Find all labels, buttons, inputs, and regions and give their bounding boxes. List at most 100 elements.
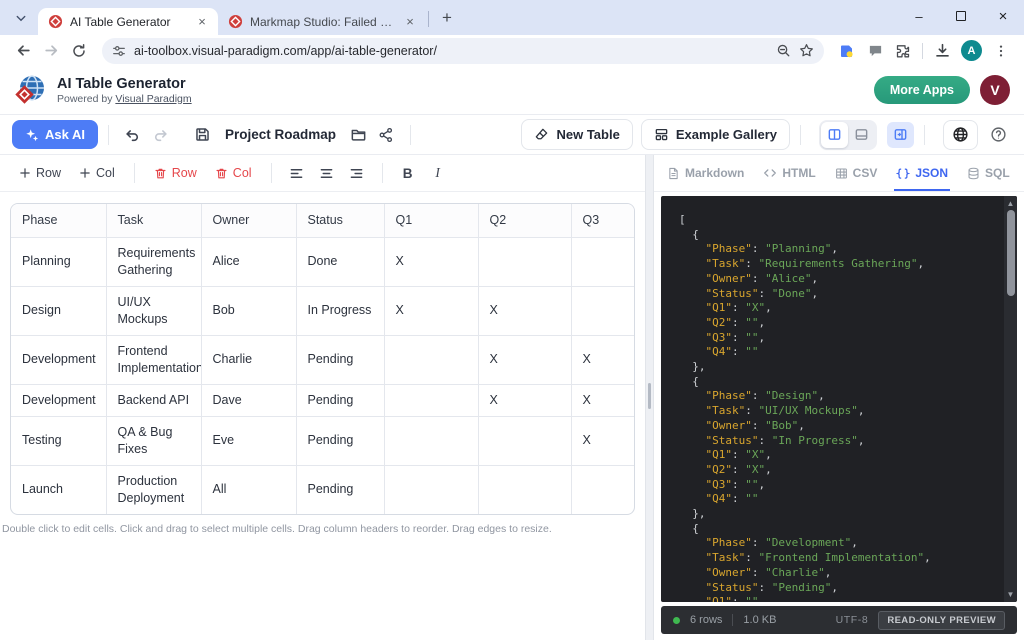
browser-tab[interactable]: Markmap Studio: Failed to ope× — [218, 8, 426, 35]
table-cell[interactable]: QA & Bug Fixes — [106, 416, 201, 465]
splitter-drag-handle[interactable] — [648, 383, 651, 409]
zoom-icon[interactable] — [776, 43, 791, 58]
bookmark-star-icon[interactable] — [799, 43, 814, 58]
table-cell[interactable]: Testing — [11, 416, 106, 465]
editor-scrollbar[interactable]: ▲ ▼ — [1004, 196, 1017, 602]
column-header[interactable]: Status — [296, 204, 384, 237]
export-tab-markdown[interactable]: Markdown — [667, 155, 744, 191]
site-settings-icon[interactable] — [112, 44, 126, 58]
table-cell[interactable]: Done — [296, 237, 384, 286]
scrollbar-thumb[interactable] — [1007, 210, 1015, 296]
table-cell[interactable]: Planning — [11, 237, 106, 286]
table-cell[interactable]: Eve — [201, 416, 296, 465]
table-cell[interactable] — [571, 286, 635, 335]
table-cell[interactable]: X — [478, 384, 571, 416]
document-title[interactable]: Project Roadmap — [225, 127, 336, 142]
back-icon[interactable] — [10, 38, 36, 64]
extensions-puzzle-icon[interactable] — [890, 38, 916, 64]
table-cell[interactable]: Backend API — [106, 384, 201, 416]
column-header[interactable]: Q2 — [478, 204, 571, 237]
table-cell[interactable]: Development — [11, 384, 106, 416]
tab-close-icon[interactable]: × — [194, 14, 210, 30]
table-cell[interactable]: Pending — [296, 384, 384, 416]
extension-docs-icon[interactable] — [834, 38, 860, 64]
visual-paradigm-link[interactable]: Visual Paradigm — [115, 93, 191, 105]
table-cell[interactable] — [571, 465, 635, 514]
align-center-icon[interactable] — [315, 160, 339, 186]
table-cell[interactable]: Pending — [296, 335, 384, 384]
panel-splitter[interactable] — [645, 155, 654, 640]
table-cell[interactable]: Launch — [11, 465, 106, 514]
address-bar[interactable]: ai-toolbox.visual-paradigm.com/app/ai-ta… — [102, 38, 824, 64]
export-tab-csv[interactable]: CSV — [835, 155, 878, 191]
table-cell[interactable] — [384, 416, 478, 465]
export-tab-sql[interactable]: SQL — [967, 155, 1010, 191]
column-header[interactable]: Task — [106, 204, 201, 237]
table-cell[interactable]: Design — [11, 286, 106, 335]
extension-chat-icon[interactable] — [862, 38, 888, 64]
reload-icon[interactable] — [66, 38, 92, 64]
table-cell[interactable] — [478, 465, 571, 514]
tab-close-icon[interactable]: × — [402, 14, 418, 30]
new-tab-button[interactable]: + — [435, 6, 459, 30]
align-right-icon[interactable] — [345, 160, 369, 186]
browser-tab[interactable]: AI Table Generator× — [38, 8, 218, 35]
add-col-button[interactable]: Col — [70, 160, 124, 186]
table-cell[interactable]: X — [478, 335, 571, 384]
table-cell[interactable]: In Progress — [296, 286, 384, 335]
toggle-right-panel-icon[interactable] — [887, 122, 914, 148]
table-cell[interactable] — [478, 237, 571, 286]
share-icon[interactable] — [372, 121, 400, 149]
more-apps-button[interactable]: More Apps — [874, 76, 970, 104]
table-cell[interactable] — [384, 384, 478, 416]
table-cell[interactable]: Dave — [201, 384, 296, 416]
open-folder-icon[interactable] — [344, 121, 372, 149]
close-window-button[interactable]: × — [982, 0, 1024, 32]
column-header[interactable]: Q3 — [571, 204, 635, 237]
bold-button[interactable]: B — [396, 160, 420, 186]
table-cell[interactable] — [384, 465, 478, 514]
new-table-button[interactable]: New Table — [521, 119, 632, 150]
column-header[interactable]: Owner — [201, 204, 296, 237]
downloads-icon[interactable] — [929, 38, 955, 64]
table-cell[interactable] — [384, 335, 478, 384]
table-cell[interactable]: X — [571, 335, 635, 384]
table-cell[interactable]: Production Deployment — [106, 465, 201, 514]
table-cell[interactable]: UI/UX Mockups — [106, 286, 201, 335]
table-cell[interactable] — [478, 416, 571, 465]
scroll-down-icon[interactable]: ▼ — [1004, 588, 1017, 601]
maximize-button[interactable] — [940, 0, 982, 32]
table-cell[interactable]: Frontend Implementation — [106, 335, 201, 384]
table-cell[interactable]: Pending — [296, 416, 384, 465]
export-tab-html[interactable]: HTML — [763, 155, 815, 191]
save-icon[interactable] — [189, 121, 217, 149]
table-cell[interactable]: X — [478, 286, 571, 335]
align-left-icon[interactable] — [285, 160, 309, 186]
table-cell[interactable]: Bob — [201, 286, 296, 335]
italic-button[interactable]: I — [426, 160, 450, 186]
chrome-profile-avatar[interactable]: A — [961, 40, 982, 61]
table-cell[interactable]: Charlie — [201, 335, 296, 384]
minimize-button[interactable]: – — [898, 0, 940, 32]
split-vertical-layout-icon[interactable] — [821, 122, 848, 148]
table-cell[interactable] — [571, 237, 635, 286]
column-header[interactable]: Phase — [11, 204, 106, 237]
table-cell[interactable]: Development — [11, 335, 106, 384]
forward-icon[interactable] — [38, 38, 64, 64]
column-header[interactable]: Q1 — [384, 204, 478, 237]
table-cell[interactable]: X — [571, 384, 635, 416]
example-gallery-button[interactable]: Example Gallery — [641, 119, 790, 150]
table-cell[interactable]: Requirements Gathering — [106, 237, 201, 286]
table-cell[interactable]: X — [571, 416, 635, 465]
table-cell[interactable]: Pending — [296, 465, 384, 514]
table-cell[interactable]: All — [201, 465, 296, 514]
scroll-up-icon[interactable]: ▲ — [1004, 197, 1017, 210]
export-tab-json[interactable]: JSON — [896, 155, 948, 191]
delete-col-button[interactable]: Col — [206, 160, 261, 186]
browser-menu-kebab-icon[interactable] — [988, 38, 1014, 64]
redo-icon[interactable] — [147, 121, 175, 149]
account-avatar[interactable]: V — [980, 75, 1010, 105]
undo-icon[interactable] — [119, 121, 147, 149]
url-text[interactable]: ai-toolbox.visual-paradigm.com/app/ai-ta… — [134, 44, 437, 58]
help-icon[interactable] — [984, 121, 1012, 149]
